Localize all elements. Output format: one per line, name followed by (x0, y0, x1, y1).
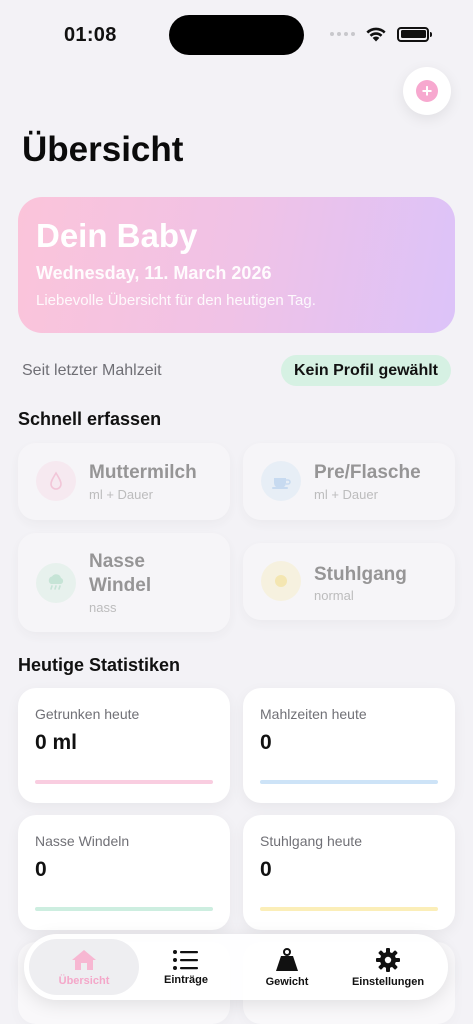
stat-label: Getrunken heute (35, 706, 140, 722)
quick-stuhlgang-button[interactable]: Stuhlgang normal (243, 543, 455, 620)
profile-status-badge[interactable]: Kein Profil gewählt (280, 355, 451, 386)
cup-icon (261, 461, 301, 501)
add-entry-button[interactable]: + (403, 67, 451, 115)
stat-value: 0 (260, 858, 272, 881)
quick-label: Stuhlgang (314, 564, 407, 585)
status-time: 01:08 (64, 24, 117, 46)
battery-icon (397, 26, 432, 42)
tab-eintraege[interactable]: Einträge (131, 939, 241, 995)
stat-label: Nasse Windeln (35, 833, 130, 849)
stat-card-stuhlgang: Stuhlgang heute 0 (243, 815, 455, 930)
quick-label-line2: Windel (89, 575, 152, 596)
tab-einstellungen[interactable]: Einstellungen (333, 939, 443, 995)
gear-icon (376, 947, 400, 972)
stat-value: 0 ml (35, 731, 78, 754)
since-last-meal-label: Seit letzter Mahlzeit (22, 362, 162, 379)
status-bar: 01:08 (0, 0, 473, 60)
stat-value: 0 (35, 858, 47, 881)
rain-cloud-icon (36, 563, 76, 603)
stat-label: Stuhlgang heute (260, 833, 362, 849)
hero-subtitle: Liebevolle Übersicht für den heutigen Ta… (36, 292, 316, 309)
scale-weight-icon (276, 947, 298, 971)
tab-gewicht[interactable]: Gewicht (232, 939, 342, 995)
tab-uebersicht[interactable]: Übersicht (29, 939, 139, 995)
quick-label: Pre/Flasche (314, 462, 421, 483)
quick-sub: nass (89, 600, 117, 615)
drop-icon (36, 461, 76, 501)
stat-card-getrunken: Getrunken heute 0 ml (18, 688, 230, 803)
list-icon (173, 949, 198, 970)
stat-label: Mahlzeiten heute (260, 706, 367, 722)
quick-label-line1: Nasse (89, 551, 145, 572)
plus-icon: + (416, 80, 438, 102)
status-icons (330, 26, 432, 42)
quick-sub: normal (314, 588, 354, 603)
stat-card-mahlzeiten: Mahlzeiten heute 0 (243, 688, 455, 803)
stat-card-nasse-windeln: Nasse Windeln 0 (18, 815, 230, 930)
stat-bar (260, 780, 438, 784)
wifi-icon (366, 27, 386, 42)
baby-hero-card: Dein Baby Wednesday, 11. March 2026 Lieb… (18, 197, 455, 333)
stat-bar (35, 780, 213, 784)
house-icon (72, 949, 96, 970)
stat-value: 0 (260, 731, 272, 754)
quick-sub: ml + Dauer (314, 487, 378, 502)
quick-label: Muttermilch (89, 462, 197, 483)
quick-nasse-windel-button[interactable]: Nasse Windel nass (18, 533, 230, 632)
dynamic-island (169, 15, 304, 55)
signal-dots-icon (330, 32, 355, 36)
stats-title: Heutige Statistiken (18, 655, 181, 675)
sun-icon (261, 561, 301, 601)
quick-pre-flasche-button[interactable]: Pre/Flasche ml + Dauer (243, 443, 455, 520)
quick-entry-title: Schnell erfassen (18, 409, 162, 429)
tab-label: Gewicht (265, 975, 309, 988)
tab-label: Übersicht (58, 974, 110, 987)
tab-label: Einträge (163, 973, 208, 986)
hero-title: Dein Baby (36, 217, 198, 254)
quick-muttermilch-button[interactable]: Muttermilch ml + Dauer (18, 443, 230, 520)
quick-sub: ml + Dauer (89, 487, 153, 502)
stat-bar (260, 907, 438, 911)
page-title: Übersicht (22, 130, 184, 169)
tab-bar: Übersicht Einträge Gewicht Einstellungen (24, 934, 448, 1000)
tab-label: Einstellungen (351, 975, 425, 988)
hero-date: Wednesday, 11. March 2026 (36, 263, 272, 283)
stat-bar (35, 907, 213, 911)
